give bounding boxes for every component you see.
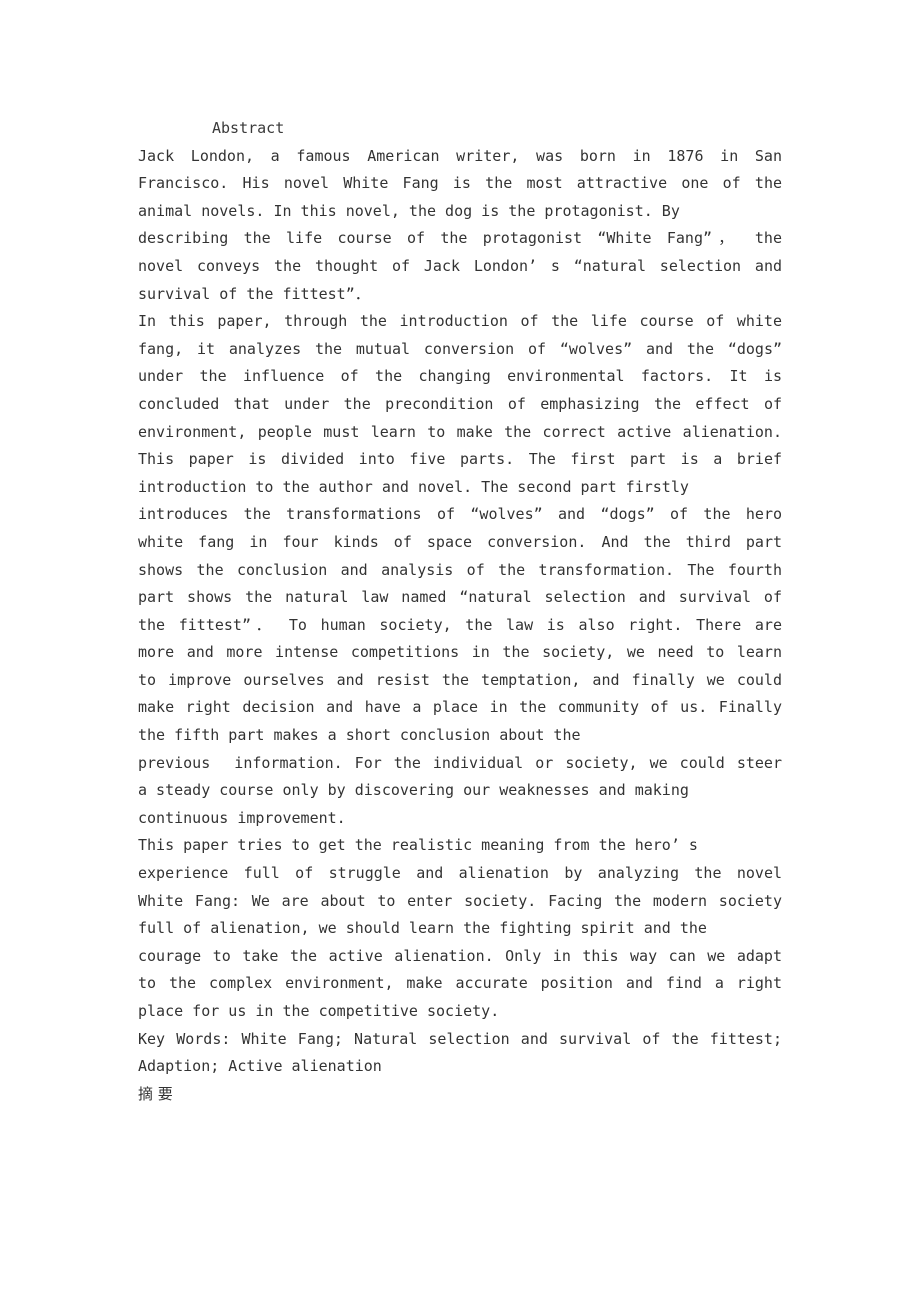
abstract-line: white fang in four kinds of space conver… [138, 532, 782, 551]
abstract-line: concluded that under the precondition of… [138, 394, 782, 413]
abstract-line: environment, people must learn to make t… [138, 422, 782, 441]
abstract-line: White Fang: We are about to enter societ… [138, 891, 782, 910]
abstract-line: under the influence of the changing envi… [138, 367, 782, 386]
abstract-line: part shows the natural law named “natura… [138, 588, 782, 607]
abstract-line: continuous improvement. [138, 808, 346, 827]
cjk-abstract-heading: 摘 要 [138, 1084, 173, 1103]
abstract-line: survival of the fittest”． [138, 284, 370, 303]
abstract-line: Jack London, a famous American writer, w… [138, 146, 782, 165]
abstract-line: to improve ourselves and resist the temp… [138, 670, 782, 689]
page-title: Abstract [212, 119, 285, 137]
abstract-line: describing the life course of the protag… [138, 229, 782, 248]
abstract-line: experience full of struggle and alienati… [138, 864, 782, 883]
abstract-line: more and more intense competitions in th… [138, 643, 782, 662]
abstract-line: Adaption; Active alienation [138, 1057, 382, 1076]
abstract-line: fang, it analyzes the mutual conversion … [138, 339, 782, 358]
abstract-line: Francisco. His novel White Fang is the m… [138, 174, 782, 193]
abstract-line: courage to take the active alienation. O… [138, 946, 782, 965]
abstract-line: shows the conclusion and analysis of the… [138, 560, 782, 579]
abstract-line: previous information. For the individual… [138, 753, 782, 772]
abstract-line: the fittest”． To human society, the law … [138, 615, 782, 634]
abstract-line: make right decision and have a place in … [138, 698, 782, 717]
abstract-line: In this paper, through the introduction … [138, 312, 782, 331]
abstract-section: Abstract Jack London, a famous American … [138, 115, 782, 1108]
abstract-body: Jack London, a famous American writer, w… [138, 143, 782, 1081]
abstract-line: novel conveys the thought of Jack London… [138, 256, 782, 275]
abstract-line: introduces the transformations of “wolve… [138, 505, 782, 524]
abstract-line: full of alienation, we should learn the … [138, 919, 707, 938]
abstract-line: This paper is divided into five parts. T… [138, 450, 782, 469]
abstract-line: the fifth part makes a short conclusion … [138, 726, 581, 745]
abstract-line: This paper tries to get the realistic me… [138, 836, 698, 855]
abstract-line: Key Words: White Fang; Natural selection… [138, 1029, 782, 1048]
abstract-line: animal novels. In this novel, the dog is… [138, 201, 680, 220]
document-page: Abstract Jack London, a famous American … [0, 0, 920, 1302]
abstract-line: to the complex environment, make accurat… [138, 974, 782, 993]
abstract-line: place for us in the competitive society. [138, 1002, 500, 1020]
abstract-line: introduction to the author and novel. Th… [138, 477, 689, 496]
abstract-line: a steady course only by discovering our … [138, 781, 689, 800]
